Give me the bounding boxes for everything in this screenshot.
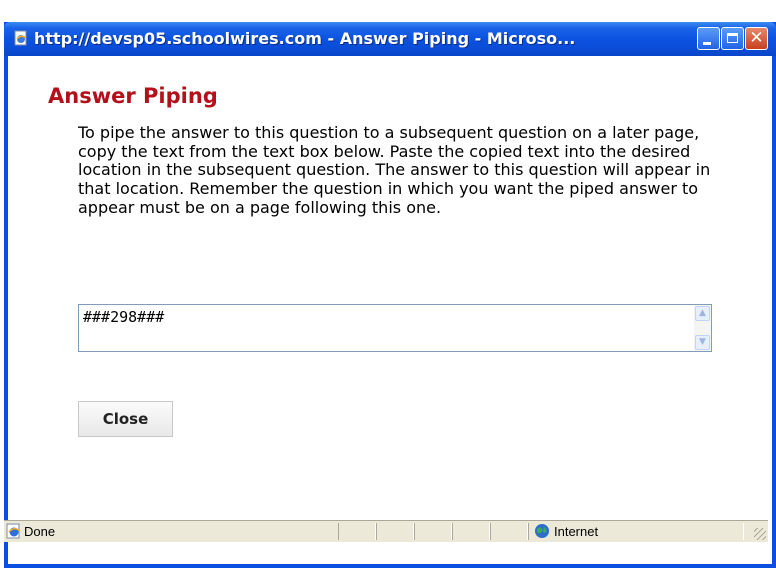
window-title: http://devsp05.schoolwires.com - Answer … xyxy=(34,29,576,48)
resize-grip-icon[interactable] xyxy=(754,528,766,540)
piping-code-textbox[interactable]: ###298### ▲ ▼ xyxy=(78,304,712,352)
textbox-scrollbar[interactable]: ▲ ▼ xyxy=(694,305,711,351)
ie-page-icon xyxy=(14,30,27,46)
status-bar: Done Internet xyxy=(4,520,768,542)
scroll-up-arrow-icon[interactable]: ▲ xyxy=(695,306,710,321)
instructions-text: To pipe the answer to this question to a… xyxy=(78,123,711,217)
page-title: Answer Piping xyxy=(48,84,218,108)
status-pane xyxy=(452,523,490,540)
status-pane xyxy=(338,523,376,540)
close-window-button[interactable]: ✕ xyxy=(745,27,768,50)
status-text: Done xyxy=(24,524,56,539)
ie-done-icon xyxy=(6,523,21,539)
status-pane xyxy=(376,523,414,540)
scroll-down-arrow-icon[interactable]: ▼ xyxy=(695,335,710,350)
close-x-icon: ✕ xyxy=(749,28,764,48)
zone-text: Internet xyxy=(554,524,599,539)
minimize-button[interactable] xyxy=(697,27,720,50)
globe-icon xyxy=(535,524,549,538)
status-pane xyxy=(490,523,528,540)
piping-code-value[interactable]: ###298### xyxy=(83,308,164,326)
close-button[interactable]: Close xyxy=(78,401,173,437)
maximize-button[interactable] xyxy=(721,27,744,50)
status-pane xyxy=(414,523,452,540)
title-bar[interactable]: http://devsp05.schoolwires.com - Answer … xyxy=(4,22,776,56)
